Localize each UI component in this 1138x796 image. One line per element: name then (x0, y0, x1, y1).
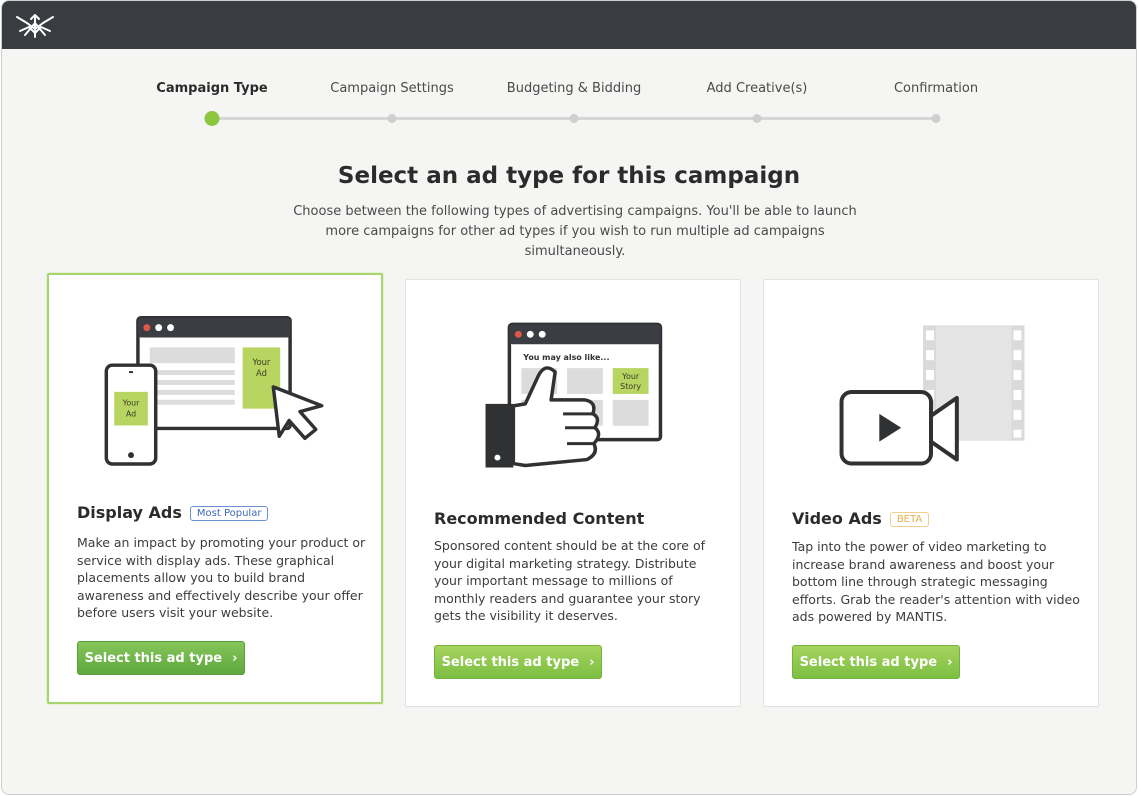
step-dot-add-creatives[interactable] (752, 114, 762, 123)
select-display-ads-button[interactable]: Select this ad type › (77, 641, 245, 675)
page-subtitle: Choose between the following types of ad… (293, 204, 857, 259)
card-title-text: Display Ads (77, 503, 182, 522)
select-recommended-content-button[interactable]: Select this ad type › (434, 645, 602, 679)
card-title-text: Recommended Content (434, 509, 645, 528)
select-button-label: Select this ad type (799, 654, 938, 670)
ad-type-card-video[interactable]: Video Ads BETA Tap into the power of vide… (763, 279, 1099, 707)
story-label-line-2: Story (620, 382, 641, 391)
phone-icon: Your Ad (104, 363, 158, 466)
card-title-video-ads: Video Ads BETA (792, 509, 930, 528)
browser-window-icon: Your Ad (136, 316, 292, 431)
ad-label-line-2: Ad (256, 368, 267, 378)
beta-badge: BETA (889, 512, 930, 527)
card-description-recommended-content: Sponsored content should be at the core … (434, 538, 705, 623)
chevron-right-icon: › (589, 654, 595, 670)
video-ads-illustration (839, 325, 1025, 466)
card-description-video-ads: Tap into the power of video marketing to… (792, 539, 1080, 624)
ad-label-line-1: Your (251, 357, 270, 367)
step-budgeting-bidding[interactable]: Budgeting & Bidding (507, 81, 641, 96)
step-add-creatives[interactable]: Add Creative(s) (707, 81, 808, 96)
story-label-line-1: Your (621, 372, 640, 381)
step-dot-confirmation[interactable] (931, 114, 941, 123)
step-campaign-settings[interactable]: Campaign Settings (330, 81, 453, 96)
step-dot-campaign-type[interactable] (204, 111, 220, 126)
page-title: Select an ad type for this campaign (337, 163, 801, 189)
select-button-label: Select this ad type (84, 650, 223, 666)
card-title-display-ads: Display Ads Most Popular (77, 503, 269, 522)
chevron-right-icon: › (232, 650, 238, 666)
step-confirmation[interactable]: Confirmation (894, 81, 978, 96)
step-dot-campaign-settings[interactable] (387, 114, 397, 123)
card-description-display-ads: Make an impact by promoting your product… (77, 535, 366, 620)
step-dot-budgeting-bidding[interactable] (569, 114, 579, 123)
display-ads-illustration: Your Ad Your Ad (104, 316, 324, 466)
cursor-arrow-icon (271, 385, 324, 441)
phone-ad-label-line-2: Ad (126, 410, 136, 419)
phone-ad-label-line-1: Your (122, 399, 141, 408)
select-video-ads-button[interactable]: Select this ad type › (792, 645, 960, 679)
chevron-right-icon: › (947, 654, 953, 670)
select-button-label: Select this ad type (441, 654, 580, 670)
ad-type-card-display[interactable]: Your Ad Your Ad Display Ads Most Popular … (47, 273, 383, 704)
most-popular-badge: Most Popular (189, 506, 269, 521)
mantis-logo-icon[interactable] (14, 9, 56, 41)
top-navbar (2, 1, 1136, 49)
recommended-content-illustration: You may also like... Your Story (485, 322, 663, 468)
ad-type-card-recommended[interactable]: You may also like... Your Story Recommen… (405, 279, 741, 707)
card-title-text: Video Ads (792, 509, 882, 528)
card-title-recommended-content: Recommended Content (434, 509, 644, 528)
you-may-also-like-heading: You may also like... (522, 353, 609, 362)
step-campaign-type[interactable]: Campaign Type (156, 81, 267, 96)
app-window: Campaign Type Campaign Settings Budgetin… (1, 0, 1137, 795)
